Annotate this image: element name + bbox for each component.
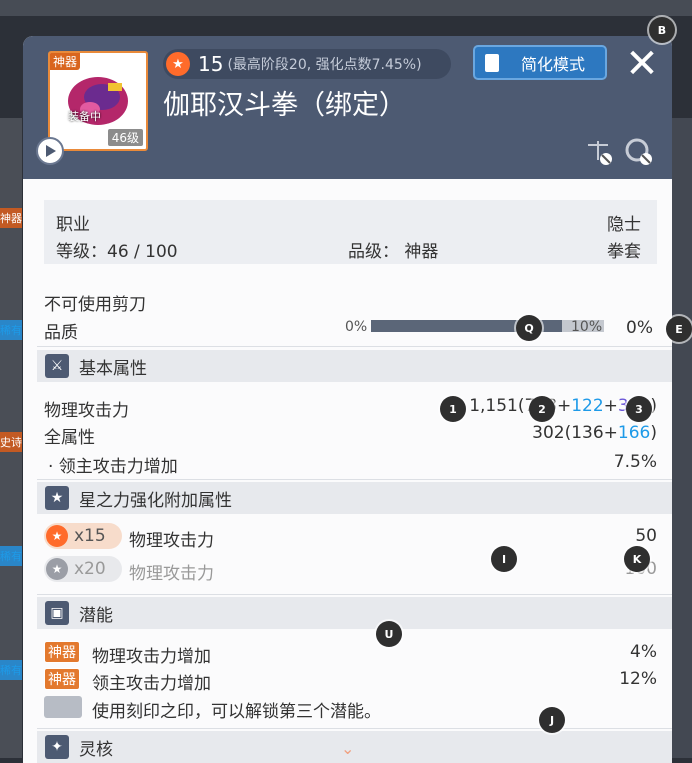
attack-label: 物理攻击力: [44, 401, 129, 421]
star-force-header: ★ 星之力强化附加属性: [37, 482, 672, 514]
core-icon: ✦: [45, 735, 69, 759]
cube-icon: ▣: [45, 601, 69, 625]
star-row1-label: 物理攻击力: [129, 531, 214, 551]
divider: [37, 479, 672, 480]
potential-row1-value: 4%: [630, 642, 657, 662]
potential-header: ▣ 潜能: [37, 597, 672, 629]
document-icon: [485, 53, 499, 72]
item-header: 神器 装备中 46级 ★ 15 (最高阶段20, 强化点数7.45%) 伽耶汉斗…: [23, 36, 672, 179]
job-label: 职业: [56, 215, 90, 235]
item-detail-panel: 神器 装备中 46级 ★ 15 (最高阶段20, 强化点数7.45%) 伽耶汉斗…: [23, 36, 672, 763]
marker: U: [376, 621, 402, 647]
quality-value: 0%: [626, 318, 653, 338]
scroll-down-chevron-icon[interactable]: ⌄: [341, 739, 354, 758]
potential-grade-tag: 神器: [44, 668, 80, 690]
background-tag: 神器: [0, 208, 22, 228]
star-active-icon: ★: [46, 525, 68, 547]
boss-damage-value: 7.5%: [613, 452, 657, 472]
core-title: 灵核: [79, 739, 113, 760]
star-inactive-icon: ★: [46, 558, 68, 580]
star-row1-value: 50: [635, 526, 657, 546]
core-header: ✦ 灵核: [37, 731, 672, 763]
background-tag: 稀有: [0, 546, 22, 566]
marker: B: [649, 17, 675, 43]
simple-mode-button[interactable]: 简化模式: [473, 45, 607, 80]
star-tier-20: ★ x20: [44, 556, 122, 582]
weapon-type: 拳套: [607, 242, 641, 262]
item-level-badge: 46级: [107, 129, 143, 146]
background-top-bar: [0, 0, 692, 16]
marker: K: [624, 546, 650, 572]
sword-icon: ⚔: [45, 354, 69, 378]
background-tag: 稀有: [0, 660, 22, 680]
basic-stats-title: 基本属性: [79, 358, 147, 379]
background-right-list: [672, 118, 692, 758]
simple-mode-label: 简化模式: [521, 54, 586, 74]
divider: [37, 346, 672, 347]
potential-row1-label: 物理攻击力增加: [92, 647, 211, 667]
star-force-summary: ★ 15 (最高阶段20, 强化点数7.45%): [163, 49, 451, 79]
potential-grade-tag: 神器: [44, 641, 80, 663]
potential-row2-label: 领主攻击力增加: [92, 674, 211, 694]
compare-scale-icon[interactable]: [583, 136, 613, 166]
star-detail: (最高阶段20, 强化点数7.45%): [227, 57, 422, 73]
disable-effect-icon[interactable]: [623, 136, 653, 166]
quality-bar-min: 0%: [345, 319, 368, 335]
star-icon: ★: [166, 52, 190, 76]
allstat-value: 302(136+166): [532, 423, 657, 443]
stamp-icon: [44, 696, 82, 718]
job-value: 隐士: [607, 215, 641, 235]
scissors-text: 不可使用剪刀: [44, 295, 146, 315]
boss-damage-label: · 领主攻击力增加: [48, 457, 178, 477]
star-section-icon: ★: [45, 486, 69, 510]
potential-unlock-text: 使用刻印之印，可以解锁第三个潜能。: [92, 702, 381, 722]
divider: [37, 728, 672, 729]
item-thumbnail[interactable]: 神器 装备中 46级: [48, 51, 148, 151]
background-tag: 稀有: [0, 320, 22, 340]
equipped-label: 装备中: [68, 110, 101, 123]
star-row2-label: 物理攻击力: [129, 564, 214, 584]
star-count: 15: [198, 52, 224, 76]
potential-row2-value: 12%: [619, 669, 657, 689]
marker: E: [666, 316, 692, 342]
quality-label: 品质: [44, 323, 78, 343]
quality-bar-max: 10%: [571, 319, 603, 335]
level-text: 等级：46 / 100: [56, 242, 178, 262]
divider: [37, 594, 672, 595]
star-force-title: 星之力强化附加属性: [79, 490, 232, 511]
marker: J: [539, 707, 565, 733]
item-title: 伽耶汉斗拳（绑定）: [163, 90, 406, 121]
star-tier-15: ★ x15: [44, 523, 122, 549]
marker: Q: [516, 315, 542, 341]
basic-stats-header: ⚔ 基本属性: [37, 350, 672, 382]
background-tag: 史诗: [0, 432, 22, 452]
marker: 3: [626, 396, 652, 422]
potential-title: 潜能: [79, 605, 113, 626]
close-button[interactable]: ✕: [622, 44, 662, 84]
play-icon[interactable]: [36, 137, 64, 165]
item-grade-badge: 神器: [50, 53, 81, 70]
allstat-label: 全属性: [44, 428, 95, 448]
grade-text: 品级： 神器: [348, 242, 439, 262]
marker: I: [491, 546, 517, 572]
marker: 2: [529, 396, 555, 422]
quality-bar: [371, 320, 604, 332]
marker: 1: [440, 396, 466, 422]
